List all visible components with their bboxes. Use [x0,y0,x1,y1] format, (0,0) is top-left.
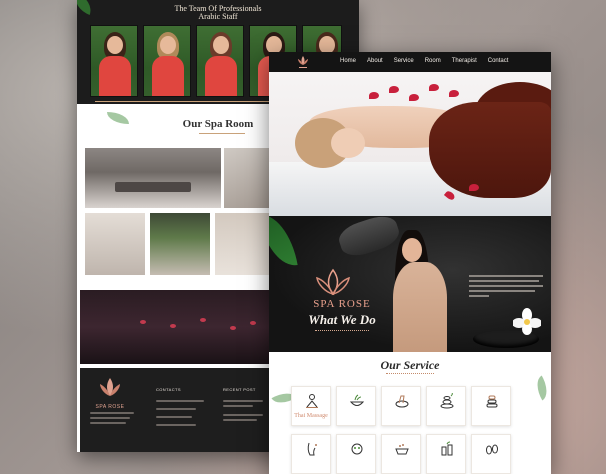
room-photo[interactable] [85,148,221,208]
service-grid: Thai Massage [291,386,511,474]
service-card[interactable] [381,434,421,474]
lotus-logo-icon[interactable] [295,54,311,70]
oil-bottles-icon [441,441,453,456]
nav-links: Home About Service Room Therapist Contac… [340,58,508,64]
orchid-flower-icon [513,308,541,335]
service-label: Thai Massage [294,413,328,419]
room-photo[interactable] [215,213,272,275]
service-card[interactable] [291,434,331,474]
service-title: Our Service [380,358,440,372]
what-we-do-section: SPA ROSE What We Do [269,209,551,352]
hot-stones-decoration [335,211,403,261]
room-photo[interactable] [150,213,210,275]
nav-link-contact[interactable]: Contact [488,58,509,64]
spa-tub-icon [395,444,409,455]
lotus-logo-icon [316,268,350,296]
leaf-decoration [531,375,551,401]
herbal-bowl-icon [349,394,365,406]
model-photo [393,262,447,352]
contacts-heading: CONTACTS [156,387,181,392]
team-subtitle: Arabic Staff [198,12,238,21]
hot-stones-icon [440,393,454,409]
service-card[interactable] [426,434,466,474]
staff-photo[interactable] [196,25,244,97]
room-photo[interactable] [224,148,272,208]
service-card[interactable] [471,386,511,426]
room-photo[interactable] [85,213,145,275]
foot-massage-icon [307,442,317,456]
brand-name: SPA ROSE [313,298,371,310]
nav-link-room[interactable]: Room [425,58,441,64]
footer-brand: SPA ROSE [95,404,125,410]
service-card[interactable]: Thai Massage [291,386,331,426]
face-mask-icon [351,443,363,455]
top-navbar: Home About Service Room Therapist Contac… [269,52,551,72]
staff-photo[interactable] [143,25,191,97]
lotus-logo-icon [100,378,120,396]
massage-person-icon [306,394,318,408]
service-card[interactable] [426,386,466,426]
nav-link-about[interactable]: About [367,58,383,64]
intro-text-placeholder [469,272,545,300]
nav-link-therapist[interactable]: Therapist [452,58,477,64]
front-page-mockup: Home About Service Room Therapist Contac… [269,52,551,474]
service-card[interactable] [471,434,511,474]
divider [315,330,369,333]
service-card[interactable] [336,434,376,474]
fern-decoration [269,209,298,271]
section-heading: What We Do [308,312,376,327]
service-card[interactable] [336,386,376,426]
recent-post-heading: RECENT POST [223,387,256,392]
pedicure-icon [395,395,409,408]
nav-link-service[interactable]: Service [394,58,414,64]
staff-photo[interactable] [90,25,138,97]
divider [199,133,245,134]
footprints-icon [486,444,498,455]
hero-massage-image [269,72,551,216]
nav-link-home[interactable]: Home [340,58,356,64]
stacked-stones-icon [486,395,498,408]
divider [386,373,434,375]
service-card[interactable] [381,386,421,426]
